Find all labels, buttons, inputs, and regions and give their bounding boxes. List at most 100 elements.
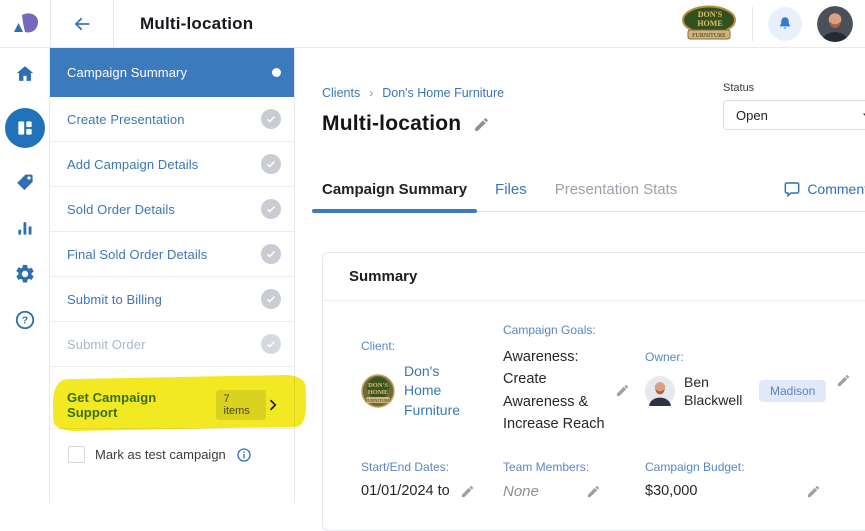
owner-label: Owner: xyxy=(645,350,865,364)
campaign-goals-value: Awareness: Create Awareness & Increase R… xyxy=(503,346,605,436)
page-title: Multi-location xyxy=(322,112,461,136)
nav-dashboard-icon[interactable] xyxy=(5,108,45,148)
sidebar-item-label: Sold Order Details xyxy=(67,202,175,217)
client-logo-badge-icon: DON'S HOME FURNITURE xyxy=(681,5,737,43)
sidebar-item-submit-to-billing[interactable]: Submit to Billing xyxy=(50,277,294,322)
notifications-button[interactable] xyxy=(768,7,802,41)
info-icon[interactable] xyxy=(236,447,252,463)
topbar-divider xyxy=(752,7,753,41)
field-owner: Owner: Ben Blackwell Madison xyxy=(645,350,865,409)
nav-analytics-icon[interactable] xyxy=(13,216,37,240)
check-circle-icon xyxy=(261,199,281,219)
owner-name: Ben Blackwell xyxy=(684,373,750,409)
arrow-left-icon xyxy=(71,13,93,35)
svg-text:HOME: HOME xyxy=(368,389,389,396)
check-circle-icon xyxy=(261,109,281,129)
tab-presentation-stats[interactable]: Presentation Stats xyxy=(555,181,678,211)
user-avatar[interactable] xyxy=(817,6,853,42)
tab-files[interactable]: Files xyxy=(495,181,527,211)
window-title: Multi-location xyxy=(140,14,253,34)
sidebar-item-label: Create Presentation xyxy=(67,112,185,127)
topbar: Multi-location DON'S HOME FURNITURE xyxy=(0,0,865,48)
field-campaign-goals: Campaign Goals: Awareness: Create Awaren… xyxy=(503,323,645,436)
main-content: Status Open Clients › Don's Home Furnitu… xyxy=(296,48,865,503)
dates-value: 01/01/2024 to xyxy=(361,483,450,499)
svg-text:DON'S: DON'S xyxy=(698,10,723,19)
nav-help-icon[interactable]: ? xyxy=(13,308,37,332)
field-campaign-budget: Campaign Budget: $30,000 xyxy=(645,460,865,499)
check-circle-icon xyxy=(261,289,281,309)
campaign-budget-label: Campaign Budget: xyxy=(645,460,865,474)
check-circle-icon xyxy=(261,154,281,174)
owner-avatar-icon xyxy=(645,376,675,406)
app-logo[interactable] xyxy=(0,0,50,47)
nav-settings-icon[interactable] xyxy=(13,262,37,286)
active-dot-icon xyxy=(272,68,281,77)
tab-campaign-summary[interactable]: Campaign Summary xyxy=(322,181,467,211)
edit-goals-pencil-icon[interactable] xyxy=(615,383,630,398)
edit-title-pencil-icon[interactable] xyxy=(473,116,490,133)
speech-bubble-icon xyxy=(784,181,800,197)
nav-tags-icon[interactable] xyxy=(13,170,37,194)
summary-card: Summary Client: DON'S HOME FURNITURE Don… xyxy=(322,252,865,531)
breadcrumb-clients-link[interactable]: Clients xyxy=(322,86,360,100)
edit-budget-pencil-icon[interactable] xyxy=(806,484,821,499)
sidebar-item-add-campaign-details[interactable]: Add Campaign Details xyxy=(50,142,294,187)
check-circle-icon xyxy=(261,244,281,264)
app-logo-icon xyxy=(10,11,40,37)
campaign-steps-sidebar: Campaign Summary Create Presentation Add… xyxy=(50,48,295,503)
client-label: Client: xyxy=(361,339,503,353)
sidebar-item-sold-order-details[interactable]: Sold Order Details xyxy=(50,187,294,232)
client-name-link[interactable]: Don's Home Furniture xyxy=(404,362,480,421)
sidebar-item-label: Submit Order xyxy=(67,337,146,352)
back-button[interactable] xyxy=(50,0,114,47)
edit-dates-pencil-icon[interactable] xyxy=(460,484,475,499)
bell-icon xyxy=(776,15,794,33)
nav-home-icon[interactable] xyxy=(13,62,37,86)
chevron-down-icon xyxy=(861,109,865,122)
status-select[interactable]: Open xyxy=(723,100,865,130)
edit-team-pencil-icon[interactable] xyxy=(586,484,601,499)
sidebar-item-create-presentation[interactable]: Create Presentation xyxy=(50,97,294,142)
svg-text:HOME: HOME xyxy=(697,19,722,28)
svg-text:FURNITURE: FURNITURE xyxy=(692,33,726,39)
campaign-goals-label: Campaign Goals: xyxy=(503,323,645,337)
status-value: Open xyxy=(736,108,768,123)
edit-owner-pencil-icon[interactable] xyxy=(836,373,851,388)
sidebar-item-label: Add Campaign Details xyxy=(67,157,198,172)
campaign-budget-value: $30,000 xyxy=(645,483,697,499)
sidebar-item-label: Campaign Summary xyxy=(67,65,187,80)
test-campaign-row: Mark as test campaign xyxy=(50,446,294,463)
breadcrumb-client-link[interactable]: Don's Home Furniture xyxy=(382,86,504,100)
sidebar-item-submit-order[interactable]: Submit Order xyxy=(50,322,294,367)
field-team-members: Team Members: None xyxy=(503,460,645,500)
field-client: Client: DON'S HOME FURNITURE Don's Home … xyxy=(361,339,503,421)
chevron-right-icon xyxy=(266,398,280,412)
owner-office-badge: Madison xyxy=(759,380,826,402)
svg-text:DON'S: DON'S xyxy=(368,382,388,389)
icon-rail: ? xyxy=(0,48,50,503)
support-label: Get Campaign Support xyxy=(67,390,207,420)
tab-bar: Campaign Summary Files Presentation Stat… xyxy=(322,181,865,212)
svg-text:FURNITURE: FURNITURE xyxy=(365,398,391,403)
test-campaign-checkbox[interactable] xyxy=(68,446,85,463)
svg-text:?: ? xyxy=(21,316,27,327)
status-box: Status Open xyxy=(723,82,865,130)
summary-card-title: Summary xyxy=(323,253,865,301)
comments-button[interactable]: Comments xyxy=(784,181,865,211)
get-campaign-support-button[interactable]: Get Campaign Support 7 items xyxy=(50,382,294,429)
support-items-badge: 7 items xyxy=(216,390,266,420)
breadcrumb-separator: › xyxy=(369,86,373,100)
comments-label: Comments xyxy=(807,181,865,197)
team-members-value: None xyxy=(503,483,539,500)
sidebar-item-campaign-summary[interactable]: Campaign Summary xyxy=(50,48,294,97)
status-label: Status xyxy=(723,82,865,94)
team-members-label: Team Members: xyxy=(503,460,645,474)
user-avatar-icon xyxy=(817,6,853,42)
sidebar-item-label: Final Sold Order Details xyxy=(67,247,207,262)
field-dates: Start/End Dates: 01/01/2024 to xyxy=(361,460,503,499)
sidebar-item-final-sold-order-details[interactable]: Final Sold Order Details xyxy=(50,232,294,277)
check-circle-icon xyxy=(261,334,281,354)
test-campaign-label: Mark as test campaign xyxy=(95,447,226,462)
client-logo-icon: DON'S HOME FURNITURE xyxy=(361,374,395,408)
